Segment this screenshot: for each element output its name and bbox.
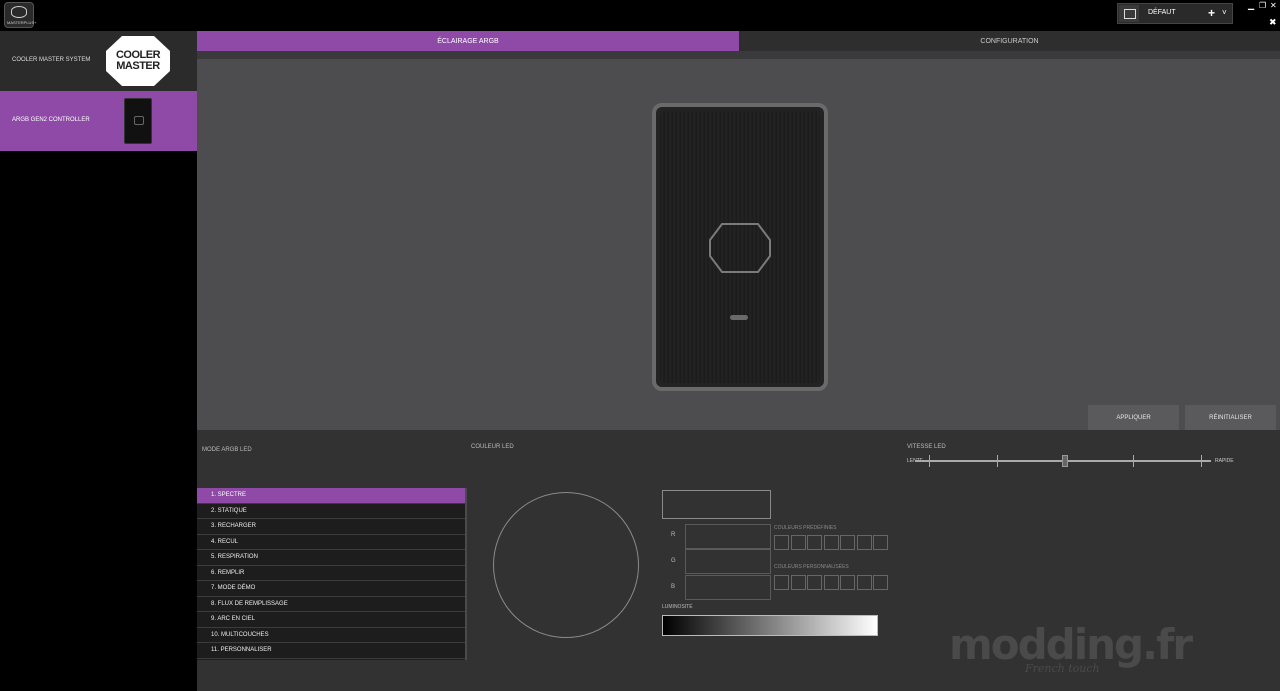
mode-item[interactable]: 7. MODE DÉMO xyxy=(197,581,465,597)
apply-button[interactable]: APPLIQUER xyxy=(1088,405,1179,431)
image-icon[interactable] xyxy=(1119,5,1139,22)
speed-slider[interactable] xyxy=(915,455,1211,467)
speed-tick xyxy=(1201,455,1202,467)
mode-item[interactable]: 3. RECHARGER xyxy=(197,519,465,535)
mode-item[interactable]: 5. RESPIRATION xyxy=(197,550,465,566)
chevron-down-icon[interactable]: ˅ xyxy=(1222,8,1227,17)
mode-item[interactable]: 11. PERSONNALISER xyxy=(197,643,465,659)
speed-header: VITESSE LED xyxy=(907,444,946,450)
mode-header: MODE ARGB LED xyxy=(202,447,252,453)
mode-item[interactable]: 10. MULTICOUCHES xyxy=(197,628,465,643)
g-input[interactable] xyxy=(685,549,771,574)
sidebar: COOLER MASTER SYSTEM COOLER MASTER ARGB … xyxy=(0,31,197,691)
b-input[interactable] xyxy=(685,575,771,600)
tab-eclairage-argb[interactable]: ÉCLAIRAGE ARGB xyxy=(197,31,739,51)
app-logo[interactable]: MASTERPLUS+ xyxy=(4,2,37,28)
mode-list: 1. SPECTRE 2. STATIQUE 3. RECHARGER 4. RECU… xyxy=(197,488,467,660)
speed-fast-label: RAPIDE xyxy=(1215,458,1234,464)
color-swatch[interactable] xyxy=(840,535,855,550)
speed-tick xyxy=(929,455,930,467)
color-swatch[interactable] xyxy=(774,575,789,590)
color-swatch[interactable] xyxy=(807,535,822,550)
custom-colors-header: COULEURS PERSONNALISÉES xyxy=(774,564,849,570)
color-swatch[interactable] xyxy=(856,575,872,590)
minimize-button[interactable]: ▁ xyxy=(1248,1,1254,10)
color-header: COULEUR LED xyxy=(471,444,514,450)
mode-item[interactable]: 4. RECUL xyxy=(197,535,465,550)
profile-name: DÉFAUT xyxy=(1148,9,1176,16)
add-profile-button[interactable]: + xyxy=(1208,6,1215,20)
color-swatch[interactable] xyxy=(790,575,806,590)
logo-ring-icon xyxy=(11,6,27,18)
g-label: G xyxy=(671,558,676,564)
color-swatch[interactable] xyxy=(873,535,888,550)
color-swatch[interactable] xyxy=(774,535,789,550)
app-logo-label: MASTERPLUS+ xyxy=(7,20,37,25)
r-label: R xyxy=(671,532,676,538)
mode-item[interactable]: 9. ARC EN CIEL xyxy=(197,612,465,628)
color-swatch[interactable] xyxy=(790,535,806,550)
preset-colors-header: COULEURS PRÉDÉFINIES xyxy=(774,525,837,531)
mode-item[interactable]: 2. STATIQUE xyxy=(197,504,465,519)
speed-thumb[interactable] xyxy=(1062,455,1068,467)
sidebar-item-cooler-master-system[interactable]: COOLER MASTER SYSTEM COOLER MASTER xyxy=(0,31,197,91)
profile-selector[interactable]: DÉFAUT + ˅ xyxy=(1117,3,1233,24)
r-input[interactable] xyxy=(685,524,771,549)
sidebar-item-label: COOLER MASTER SYSTEM xyxy=(12,57,91,63)
logo-line: MASTER xyxy=(116,60,160,72)
color-swatch[interactable] xyxy=(856,535,872,550)
reset-button[interactable]: RÉINITIALISER xyxy=(1185,405,1276,431)
color-swatch[interactable] xyxy=(823,575,839,590)
watermark-subtitle: French touch xyxy=(1025,662,1100,675)
color-wheel[interactable] xyxy=(493,492,639,638)
settings-panel: MODE ARGB LED COULEUR LED VITESSE LED 1.… xyxy=(197,430,1280,691)
tab-configuration[interactable]: CONFIGURATION xyxy=(739,31,1280,51)
sidebar-item-argb-gen2-controller[interactable]: ARGB GEN2 CONTROLLER xyxy=(0,91,197,151)
speed-tick xyxy=(1133,455,1134,467)
tools-icon[interactable]: ✖ xyxy=(1269,17,1277,28)
controller-device-image xyxy=(652,103,828,391)
controller-thumbnail xyxy=(124,98,152,144)
cooler-master-logo: COOLER MASTER xyxy=(106,36,170,86)
mode-item[interactable]: 1. SPECTRE xyxy=(197,488,465,504)
current-color-swatch xyxy=(662,490,771,519)
app-window: MASTERPLUS+ DÉFAUT + ˅ ▁ ❐ ✕ ✖ COOLER MA… xyxy=(0,0,1280,691)
brightness-label: LUMINOSITÉ xyxy=(662,604,693,610)
b-label: B xyxy=(671,584,676,590)
color-swatch[interactable] xyxy=(873,575,888,590)
brightness-slider[interactable] xyxy=(662,615,878,636)
mode-item[interactable]: 8. FLUX DE REMPLISSAGE xyxy=(197,597,465,612)
mode-item[interactable]: 6. REMPLIR xyxy=(197,566,465,581)
sidebar-item-label: ARGB GEN2 CONTROLLER xyxy=(12,117,90,123)
close-button[interactable]: ✕ xyxy=(1270,1,1277,10)
device-preview-area: APPLIQUER RÉINITIALISER xyxy=(197,51,1280,431)
restore-button[interactable]: ❐ xyxy=(1259,1,1266,10)
device-led-indicator xyxy=(730,315,748,320)
color-swatch[interactable] xyxy=(840,575,855,590)
hexagon-logo-icon xyxy=(709,223,771,273)
color-swatch[interactable] xyxy=(807,575,822,590)
color-swatch[interactable] xyxy=(823,535,839,550)
speed-tick xyxy=(997,455,998,467)
